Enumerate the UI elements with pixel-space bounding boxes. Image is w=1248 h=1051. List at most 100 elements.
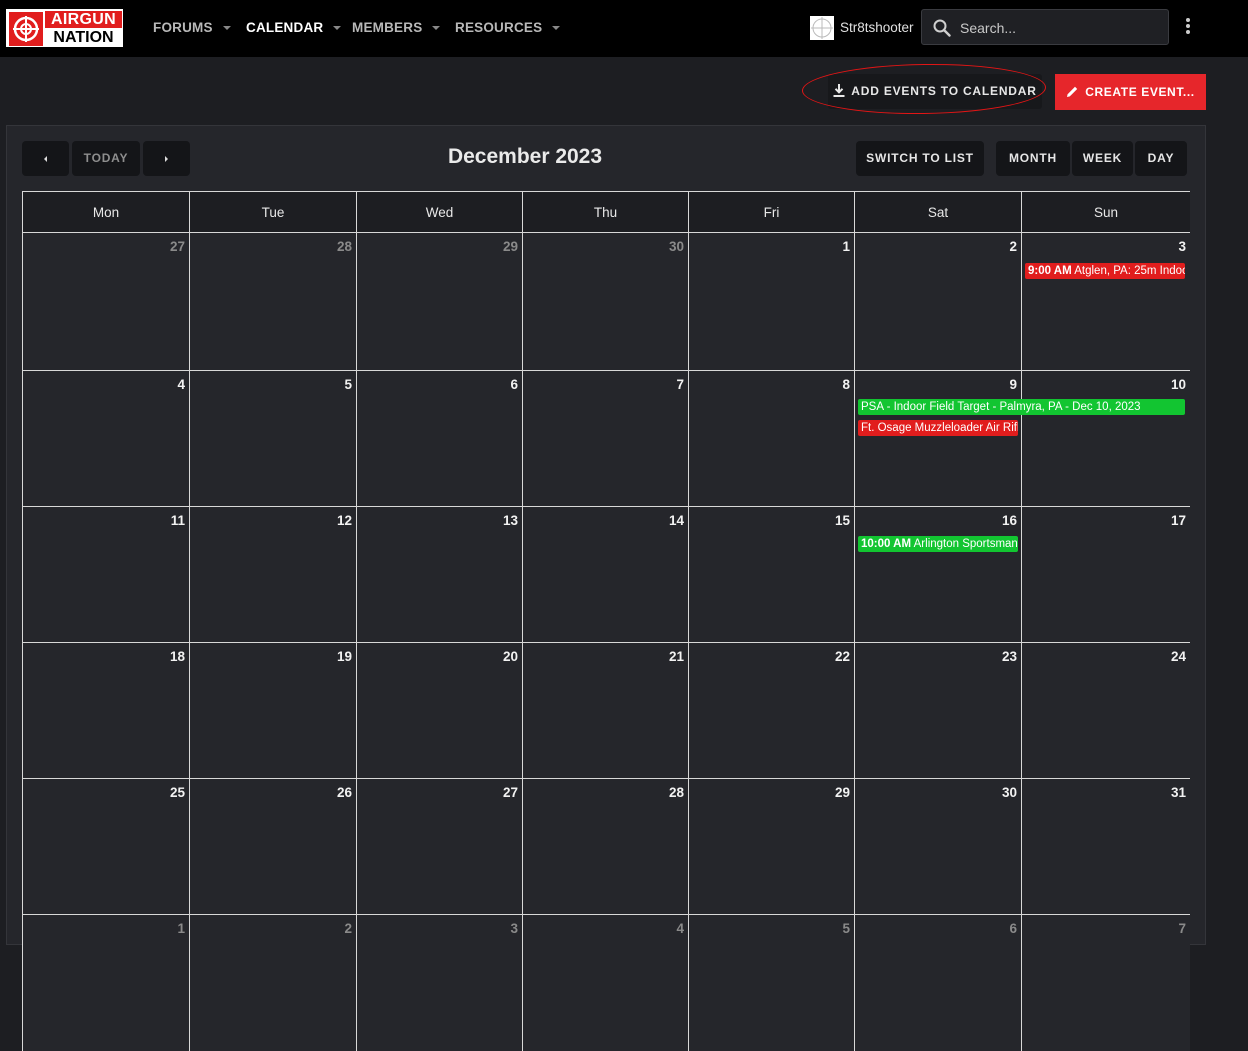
day-number[interactable]: 1 [177, 921, 185, 936]
day-cell[interactable]: 9 [854, 370, 1021, 506]
nav-calendar[interactable]: CALENDAR [246, 18, 342, 38]
day-number[interactable]: 5 [344, 377, 352, 392]
view-month-button[interactable]: MONTH [996, 141, 1070, 176]
day-cell[interactable]: 12 [189, 506, 356, 642]
day-number[interactable]: 17 [1171, 513, 1186, 528]
day-cell[interactable]: 7 [1021, 914, 1190, 1051]
calendar-event[interactable]: Ft. Osage Muzzleloader Air Rifle [858, 420, 1018, 436]
day-number[interactable]: 10 [1171, 377, 1186, 392]
day-cell[interactable]: 18 [22, 642, 189, 778]
day-cell[interactable]: 25 [22, 778, 189, 914]
day-cell[interactable]: 28 [522, 778, 688, 914]
day-number[interactable]: 12 [337, 513, 352, 528]
prev-month-button[interactable] [22, 141, 69, 176]
day-number[interactable]: 7 [1178, 921, 1186, 936]
day-number[interactable]: 11 [171, 513, 185, 528]
create-event-button[interactable]: CREATE EVENT... [1055, 74, 1206, 110]
username[interactable]: Str8tshooter [840, 18, 914, 38]
calendar-event[interactable]: 9:00 AM Atglen, PA: 25m Indoor [1025, 263, 1185, 279]
day-cell[interactable]: 14 [522, 506, 688, 642]
day-cell[interactable]: 30 [522, 232, 688, 370]
day-number[interactable]: 13 [503, 513, 518, 528]
day-number[interactable]: 3 [510, 921, 518, 936]
day-number[interactable]: 31 [1171, 785, 1186, 800]
day-number[interactable]: 18 [170, 649, 185, 664]
search-input[interactable] [958, 16, 1162, 40]
airgun-nation-logo[interactable]: AIRGUN NATION [6, 9, 123, 47]
day-number[interactable]: 9 [1009, 377, 1017, 392]
day-number[interactable]: 2 [1009, 239, 1017, 254]
today-button[interactable]: TODAY [72, 141, 140, 176]
day-cell[interactable]: 5 [189, 370, 356, 506]
day-cell[interactable]: 27 [22, 232, 189, 370]
day-number[interactable]: 30 [1002, 785, 1017, 800]
day-cell[interactable]: 1 [688, 232, 854, 370]
chevron-down-icon[interactable] [333, 26, 342, 31]
day-number[interactable]: 6 [510, 377, 518, 392]
day-number[interactable]: 27 [170, 239, 185, 254]
day-number[interactable]: 28 [337, 239, 352, 254]
day-number[interactable]: 1 [842, 239, 850, 254]
day-cell[interactable]: 3 [1021, 232, 1190, 370]
day-cell[interactable]: 19 [189, 642, 356, 778]
view-day-button[interactable]: DAY [1135, 141, 1187, 176]
day-number[interactable]: 14 [669, 513, 684, 528]
day-cell[interactable]: 27 [356, 778, 522, 914]
day-cell[interactable]: 13 [356, 506, 522, 642]
day-cell[interactable]: 2 [854, 232, 1021, 370]
day-cell[interactable]: 4 [22, 370, 189, 506]
day-number[interactable]: 25 [170, 785, 185, 800]
view-week-button[interactable]: WEEK [1072, 141, 1133, 176]
avatar[interactable] [810, 16, 834, 40]
day-number[interactable]: 21 [669, 649, 684, 664]
calendar-event[interactable]: PSA - Indoor Field Target - Palmyra, PA … [858, 399, 1185, 415]
day-number[interactable]: 6 [1009, 921, 1017, 936]
day-cell[interactable]: 2 [189, 914, 356, 1051]
day-cell[interactable]: 22 [688, 642, 854, 778]
day-number[interactable]: 23 [1002, 649, 1017, 664]
chevron-down-icon[interactable] [222, 26, 231, 31]
day-number[interactable]: 28 [669, 785, 684, 800]
chevron-down-icon[interactable] [432, 26, 441, 31]
day-cell[interactable]: 16 [854, 506, 1021, 642]
day-cell[interactable]: 23 [854, 642, 1021, 778]
day-cell[interactable]: 24 [1021, 642, 1190, 778]
day-cell[interactable]: 6 [854, 914, 1021, 1051]
day-cell[interactable]: 8 [688, 370, 854, 506]
day-cell[interactable]: 31 [1021, 778, 1190, 914]
day-cell[interactable]: 4 [522, 914, 688, 1051]
day-number[interactable]: 30 [669, 239, 684, 254]
switch-to-list-button[interactable]: SWITCH TO LIST [856, 141, 984, 176]
day-number[interactable]: 19 [337, 649, 352, 664]
day-cell[interactable]: 3 [356, 914, 522, 1051]
day-cell[interactable]: 20 [356, 642, 522, 778]
day-cell[interactable]: 6 [356, 370, 522, 506]
day-cell[interactable]: 17 [1021, 506, 1190, 642]
nav-members[interactable]: MEMBERS [352, 18, 441, 38]
day-number[interactable]: 8 [842, 377, 850, 392]
day-cell[interactable]: 5 [688, 914, 854, 1051]
more-options-icon[interactable] [1183, 18, 1193, 38]
day-number[interactable]: 2 [344, 921, 352, 936]
day-number[interactable]: 24 [1171, 649, 1186, 664]
day-cell[interactable]: 28 [189, 232, 356, 370]
search-box[interactable] [921, 9, 1169, 45]
day-cell[interactable]: 7 [522, 370, 688, 506]
day-number[interactable]: 15 [835, 513, 850, 528]
day-cell[interactable]: 11 [22, 506, 189, 642]
day-number[interactable]: 4 [177, 377, 185, 392]
day-number[interactable]: 20 [503, 649, 518, 664]
day-cell[interactable]: 10 [1021, 370, 1190, 506]
nav-resources[interactable]: RESOURCES [455, 18, 561, 38]
day-number[interactable]: 5 [842, 921, 850, 936]
day-cell[interactable]: 26 [189, 778, 356, 914]
next-month-button[interactable] [143, 141, 190, 176]
nav-forums[interactable]: FORUMS [153, 18, 231, 38]
chevron-down-icon[interactable] [552, 26, 561, 31]
day-number[interactable]: 29 [835, 785, 850, 800]
day-number[interactable]: 27 [503, 785, 518, 800]
day-cell[interactable]: 29 [356, 232, 522, 370]
day-number[interactable]: 26 [337, 785, 352, 800]
day-cell[interactable]: 1 [22, 914, 189, 1051]
day-cell[interactable]: 29 [688, 778, 854, 914]
